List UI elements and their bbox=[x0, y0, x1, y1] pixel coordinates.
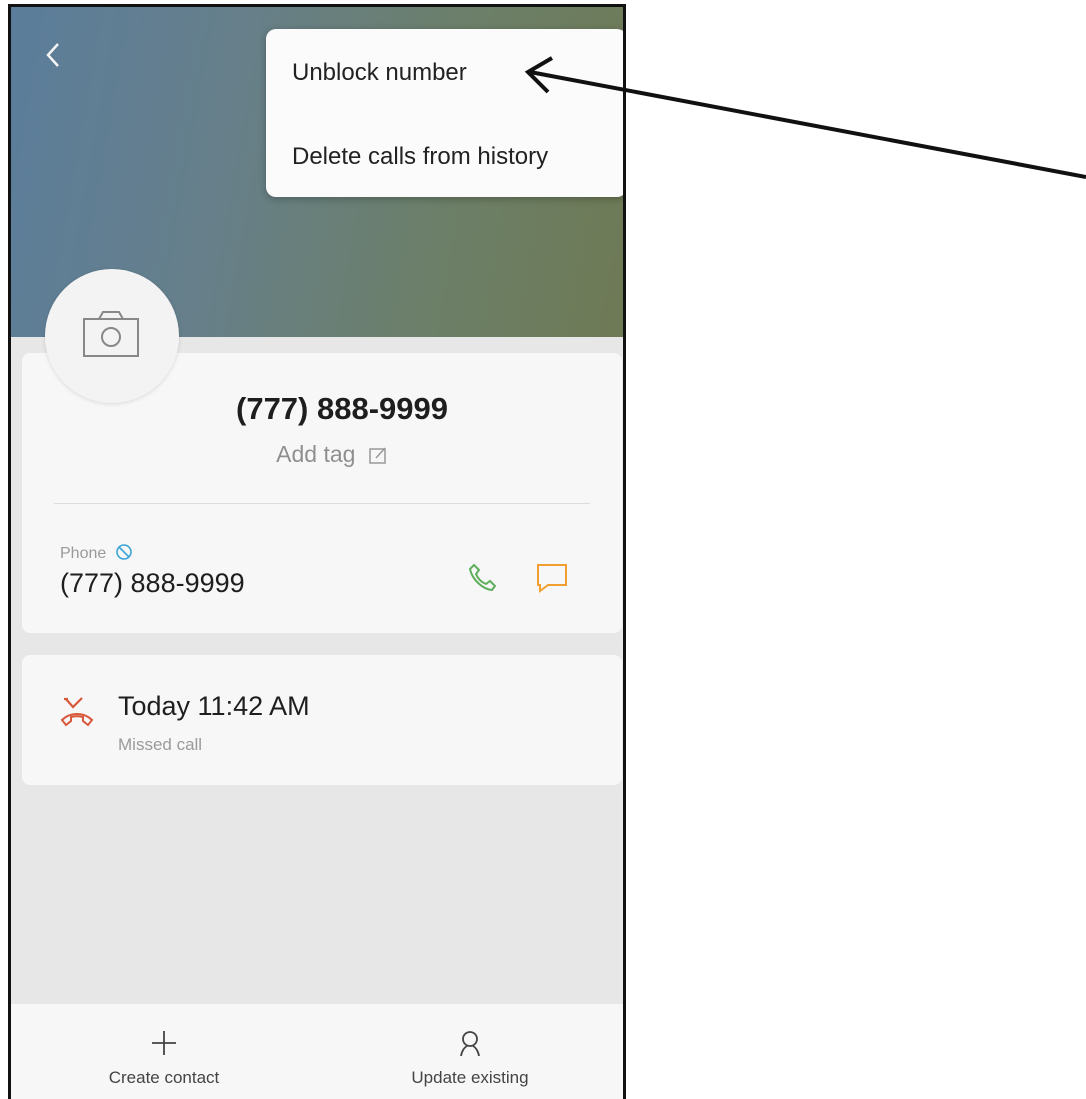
camera-icon bbox=[83, 311, 139, 357]
avatar[interactable] bbox=[45, 269, 179, 403]
annotation-arrow bbox=[524, 56, 1086, 179]
